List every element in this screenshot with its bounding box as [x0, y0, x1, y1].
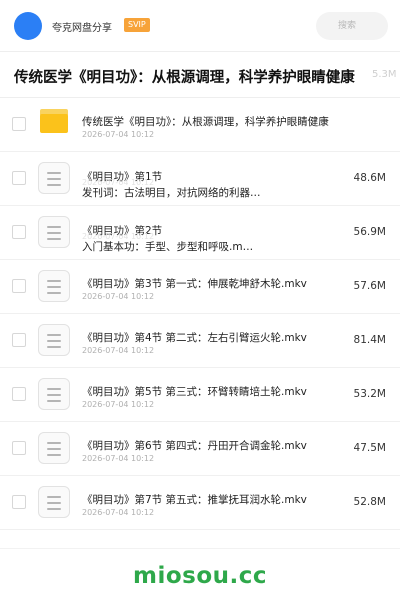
item-name: 《明目功》第4节 第二式：左右引臂运火轮.mkv [82, 332, 307, 344]
list-item-file[interactable]: 《明目功》第4节 第二式：左右引臂运火轮.mkv 2026-07-04 10:1… [0, 314, 400, 368]
page-title-size: 5.3M [372, 69, 397, 80]
item-name: 《明目功》第6节 第四式：丹田开合调金轮.mkv [82, 440, 307, 452]
list-item-file[interactable]: 《明目功》第7节 第五式：推掌抚耳润水轮.mkv 2026-07-04 10:1… [0, 476, 400, 530]
item-checkbox[interactable] [12, 225, 26, 239]
file-icon [38, 486, 70, 518]
file-icon [38, 378, 70, 410]
item-date: 2026-07-04 10:12 [82, 454, 155, 463]
item-checkbox[interactable] [12, 441, 26, 455]
item-date: 2026-07-04 10:12 [82, 292, 155, 301]
item-checkbox[interactable] [12, 171, 26, 185]
file-icon [38, 162, 70, 194]
item-size: 47.5M [353, 442, 386, 454]
item-name: 《明目功》第7节 第五式：推掌抚耳润水轮.mkv [82, 494, 307, 506]
item-checkbox[interactable] [12, 279, 26, 293]
file-icon [38, 270, 70, 302]
item-checkbox[interactable] [12, 333, 26, 347]
item-name-continued: 发刊词：古法明目，对抗网络的利器… [82, 187, 261, 199]
page-title: 传统医学《明目功》：从根源调理，科学养护眼睛健康 [14, 70, 355, 86]
item-size: 81.4M [353, 334, 386, 346]
list-item-file[interactable]: 《明目功》第3节 第一式：伸展乾坤舒木轮.mkv 2026-07-04 10:1… [0, 260, 400, 314]
list-item-file[interactable]: 《明目功》第2节 2026-07-04 10:12 入门基本功：手型、步型和呼吸… [0, 206, 400, 260]
item-name: 《明目功》第3节 第一式：伸展乾坤舒木轮.mkv [82, 278, 307, 290]
file-icon [38, 216, 70, 248]
list-item-file[interactable]: 《明目功》第6节 第四式：丹田开合调金轮.mkv 2026-07-04 10:1… [0, 422, 400, 476]
item-size: 56.9M [353, 226, 386, 238]
item-name: 《明目功》第5节 第三式：环臂转睛培土轮.mkv [82, 386, 307, 398]
file-icon [38, 432, 70, 464]
item-size: 48.6M [353, 172, 386, 184]
avatar[interactable] [14, 12, 42, 40]
item-name-continued: 入门基本功：手型、步型和呼吸.m… [82, 241, 254, 253]
item-checkbox[interactable] [12, 495, 26, 509]
list-item-folder[interactable]: 传统医学《明目功》：从根源调理，科学养护眼睛健康 2026-07-04 10:1… [0, 98, 400, 152]
list-item-file[interactable]: 《明目功》第1节 2026-07-04 10:12 发刊词：古法明目，对抗网络的… [0, 152, 400, 206]
top-bar: 夸克网盘分享 SVIP 搜索 [0, 0, 400, 52]
file-list: 传统医学《明目功》：从根源调理，科学养护眼睛健康 2026-07-04 10:1… [0, 98, 400, 530]
item-name: 传统医学《明目功》：从根源调理，科学养护眼睛健康 [82, 116, 329, 128]
footer-divider [0, 548, 400, 549]
item-checkbox[interactable] [12, 117, 26, 131]
search-input[interactable]: 搜索 [316, 12, 388, 40]
item-date: 2026-07-04 10:12 [82, 346, 155, 355]
item-date: 2026-07-04 10:12 [82, 508, 155, 517]
folder-icon [40, 109, 68, 133]
svip-badge[interactable]: SVIP [124, 18, 150, 32]
item-size: 52.8M [353, 496, 386, 508]
list-item-file[interactable]: 《明目功》第5节 第三式：环臂转睛培土轮.mkv 2026-07-04 10:1… [0, 368, 400, 422]
watermark: miosou.cc [132, 563, 268, 589]
item-date: 2026-07-04 10:12 [82, 400, 155, 409]
item-size: 53.2M [353, 388, 386, 400]
file-icon [38, 324, 70, 356]
page-header: 传统医学《明目功》：从根源调理，科学养护眼睛健康 5.3M [0, 52, 400, 98]
item-size: 57.6M [353, 280, 386, 292]
item-date: 2026-07-04 10:12 [82, 130, 155, 139]
item-checkbox[interactable] [12, 387, 26, 401]
app-name: 夸克网盘分享 [52, 23, 112, 34]
